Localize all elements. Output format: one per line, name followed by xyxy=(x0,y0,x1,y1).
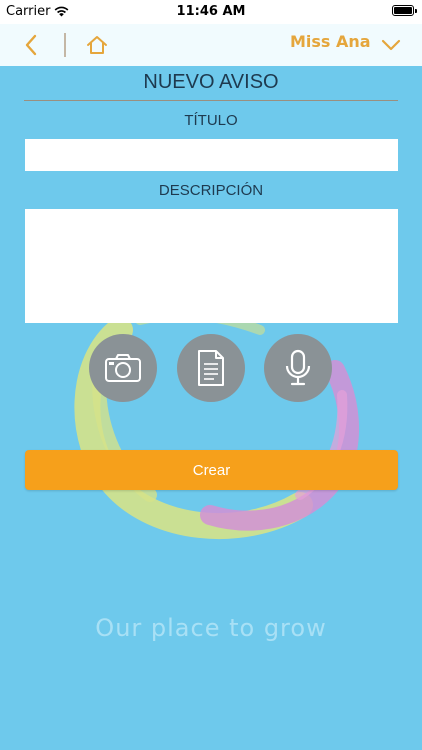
microphone-icon xyxy=(285,349,311,386)
camera-icon xyxy=(105,354,141,382)
chevron-left-icon xyxy=(25,34,37,56)
back-button[interactable] xyxy=(18,32,46,58)
home-icon xyxy=(87,36,107,54)
title-divider xyxy=(24,100,398,101)
create-button[interactable]: Crear xyxy=(25,450,398,490)
clock: 11:46 AM xyxy=(176,4,246,19)
description-input[interactable] xyxy=(25,209,398,323)
user-menu-dropdown[interactable] xyxy=(380,34,402,56)
record-audio-button[interactable] xyxy=(264,334,332,402)
description-field-label: DESCRIPCIÓN xyxy=(158,182,264,199)
home-button[interactable] xyxy=(84,32,110,58)
document-icon xyxy=(198,350,224,386)
brand-tagline: Our place to grow xyxy=(95,614,327,642)
status-bar: Carrier 11:46 AM xyxy=(0,0,422,24)
battery-icon xyxy=(392,5,417,16)
page-title: NUEVO AVISO xyxy=(143,71,279,93)
nav-bar: Miss Ana xyxy=(0,24,422,66)
title-field-label: TÍTULO xyxy=(184,112,238,129)
attach-document-button[interactable] xyxy=(177,334,245,402)
attach-photo-button[interactable] xyxy=(89,334,157,402)
user-menu-name[interactable]: Miss Ana xyxy=(290,32,371,51)
title-input[interactable] xyxy=(25,139,398,171)
chevron-down-icon xyxy=(381,39,401,51)
nav-divider xyxy=(64,33,66,57)
